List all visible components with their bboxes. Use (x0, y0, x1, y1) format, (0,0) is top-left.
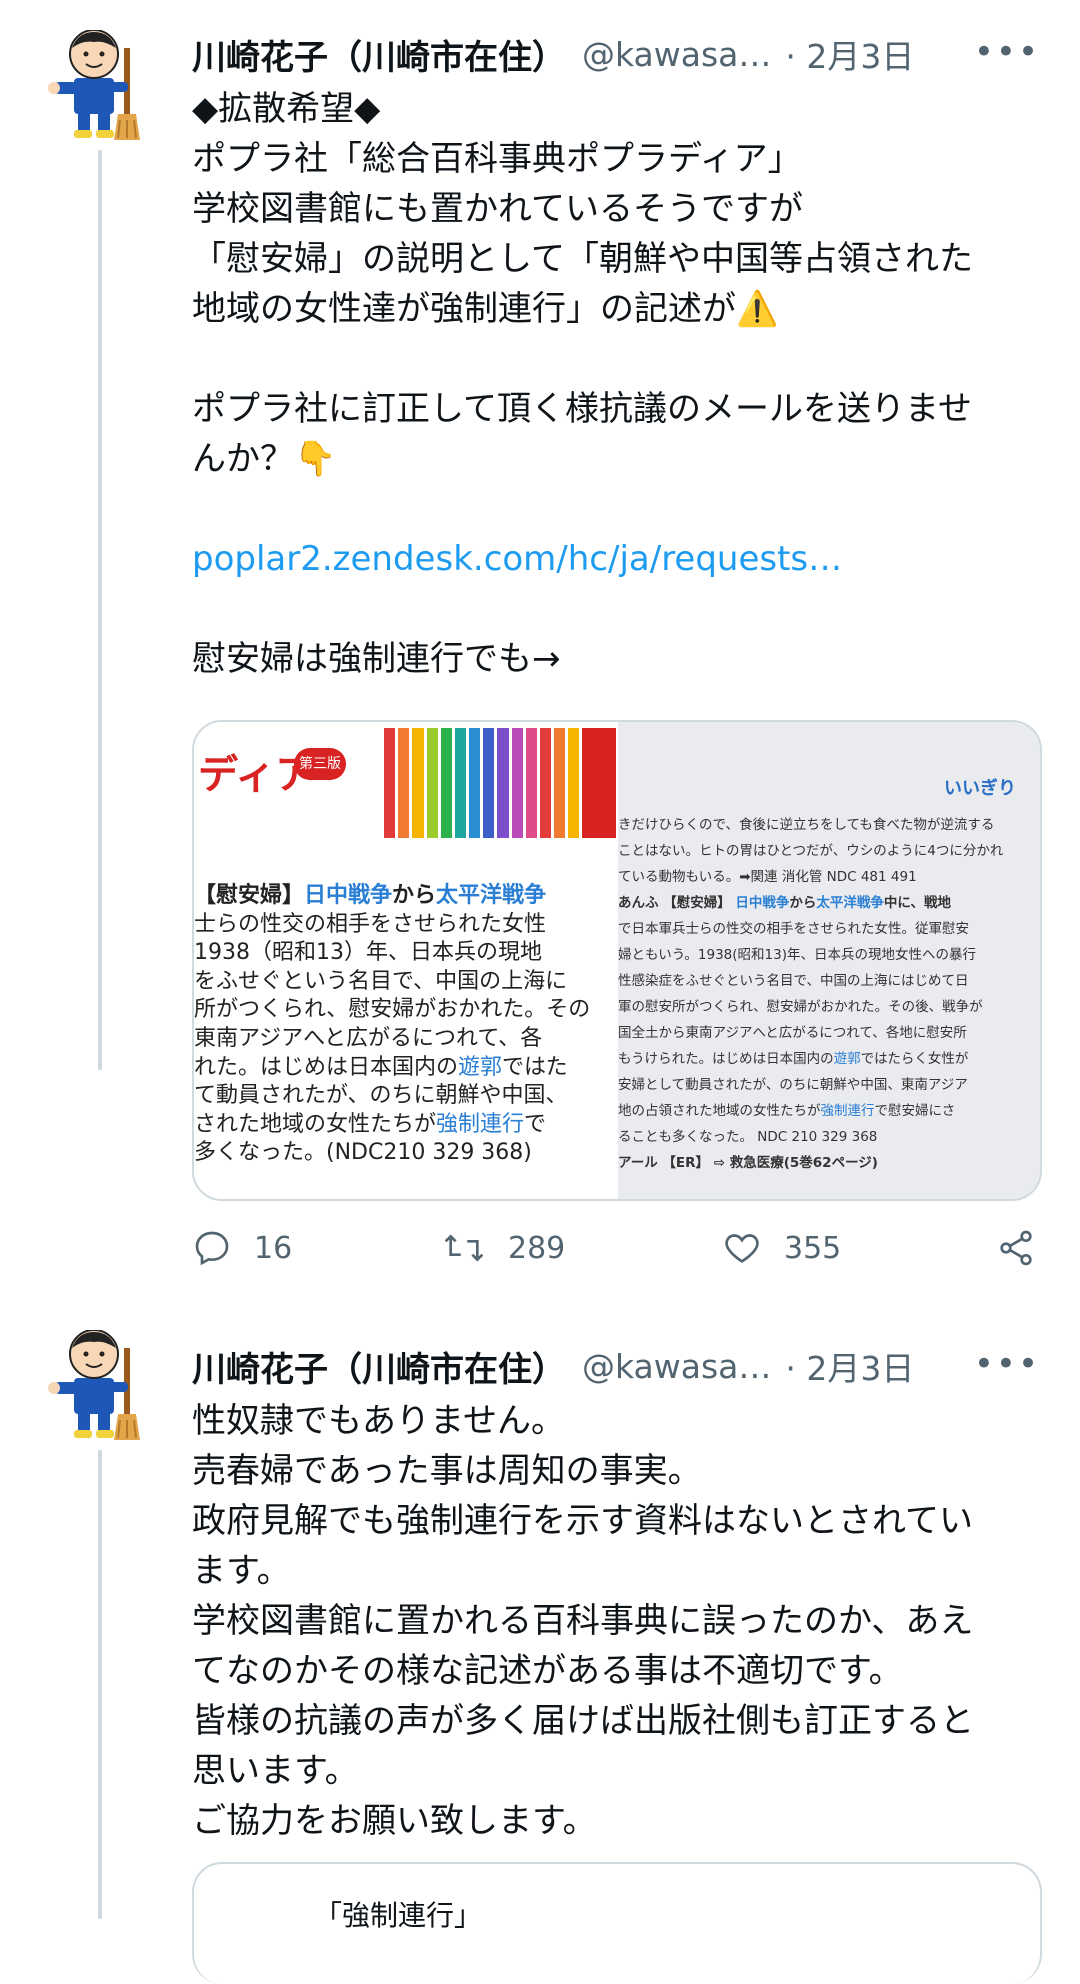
tweet-2[interactable]: 川崎花子（川崎市在住） @kawasa… · 2月3日 ••• 性奴隷でもありま… (0, 1300, 1080, 1984)
encyclopedia-spines (384, 728, 616, 838)
quote-preview: 「強制連行」 (314, 1899, 483, 1932)
thread-line (98, 150, 102, 1070)
excerpt-line: れた。はじめは日本国内の遊郭ではた (194, 1054, 568, 1080)
reply-count: 16 (254, 1230, 293, 1266)
author-name[interactable]: 川崎花子（川崎市在住） (192, 1342, 566, 1391)
avatar-illustration-icon (48, 1329, 140, 1440)
text-line: んか？👇 (192, 439, 337, 479)
page-line: 国全土から東南アジアへと広がるにつれて、各地に慰安所 (618, 1025, 967, 1041)
share-button[interactable] (996, 1218, 1058, 1278)
page-line: ている動物もいる。➡関連 消化管 NDC 481 491 (618, 869, 917, 885)
excerpt-line: 所がつくられ、慰安婦がおかれた。その (194, 997, 591, 1023)
tweet-header: 川崎花子（川崎市在住） @kawasa… · 2月3日 ••• (192, 24, 1040, 84)
heart-icon (725, 1234, 759, 1263)
tweet-1[interactable]: 川崎花子（川崎市在住） @kawasa… · 2月3日 ••• ◆拡散希望◆ ポ… (0, 0, 1080, 1201)
text-line: 学校図書館にも置かれているそうですが (192, 189, 803, 229)
excerpt-line: 多くなった。(NDC210 329 368) (194, 1140, 532, 1166)
edition-badge: 第三版 (294, 748, 346, 780)
page-line: きだけひらくので、食後に逆立ちをしても食べた物が逆流する (618, 817, 995, 833)
media-image-right[interactable]: いいぎり きだけひらくので、食後に逆立ちをしても食べた物が逆流する ことはない。… (618, 722, 1040, 1199)
page-line: アール 【ER】 ⇨ 救急医療(5巻62ページ) (618, 1155, 878, 1171)
page-line: 婦ともいう。1938(昭和13)年、日本兵の現地女性への暴行 (618, 947, 976, 963)
media-image-left[interactable]: ディア 第三版 【慰安婦】日中戦争から太平洋戦争 士らの性交の相手をさせられた女… (194, 722, 616, 1199)
text-line (192, 484, 1042, 534)
excerpt-line: 1938（昭和13）年、日本兵の現地 (194, 940, 542, 966)
author-handle[interactable]: @kawasa… (582, 1347, 771, 1386)
quoted-tweet-card[interactable]: 「強制連行」 (192, 1862, 1042, 1984)
page-line: ことはない。ヒトの胃はひとつだが、ウシのように4つに分かれ (618, 843, 1004, 859)
text-line: 慰安婦は強制連行でも→ (192, 639, 561, 679)
reply-icon (195, 1231, 229, 1266)
text-line: てなのかその様な記述がある事は不適切です。 (192, 1651, 903, 1691)
page-text: きだけひらくので、食後に逆立ちをしても食べた物が逆流する ことはない。ヒトの胃は… (618, 812, 1040, 1176)
tweet-date[interactable]: · 2月3日 (785, 1342, 914, 1390)
excerpt-line: て動員されたが、のちに朝鮮や中国、 (194, 1083, 568, 1109)
tweet-link[interactable]: poplar2.zendesk.com/hc/ja/requests… (192, 534, 1042, 584)
avatar-illustration-icon (48, 29, 140, 140)
page-line: 地の占領された地域の女性たちが強制連行で慰安婦にさ (618, 1103, 956, 1119)
text-line (192, 334, 1042, 384)
excerpt-line: 東南アジアへと広がるにつれて、各 (194, 1025, 543, 1051)
retweet-button[interactable]: 289 (442, 1218, 565, 1278)
excerpt-line: をふせぐという名目で、中国の上海に (194, 968, 568, 994)
excerpt-line: 【慰安婦】日中戦争から太平洋戦争 (194, 883, 547, 908)
more-options-icon[interactable]: ••• (974, 32, 1040, 72)
avatar[interactable] (48, 1329, 148, 1440)
text-line: ポプラ社に訂正して頂く様抗議のメールを送りませ (192, 389, 972, 429)
like-button[interactable]: 355 (722, 1218, 841, 1278)
text-line: ポプラ社「総合百科事典ポプラディア」 (192, 139, 802, 179)
text-line: ご協力をお願い致します。 (192, 1801, 597, 1841)
excerpt-line: された地域の女性たちが強制連行で (194, 1111, 547, 1137)
tweet-text: ◆拡散希望◆ ポプラ社「総合百科事典ポプラディア」 学校図書館にも置かれているそ… (192, 84, 1042, 684)
retweet-icon (444, 1234, 484, 1262)
page-line: 安婦として動員されたが、のちに朝鮮や中国、東南アジア (618, 1077, 968, 1093)
page-line: で日本軍兵士らの性交の相手をさせられた女性。従軍慰安 (618, 921, 969, 937)
text-line: ます。 (192, 1551, 291, 1591)
author-handle[interactable]: @kawasa… (582, 35, 771, 74)
avatar[interactable] (48, 29, 148, 140)
text-line: 性奴隷でもありません。 (192, 1401, 565, 1441)
tweet-1-actions: 16 289 355 (192, 1218, 1038, 1278)
page-line: 軍の慰安所がつくられ、慰安婦がおかれた。その後、戦争が (618, 999, 983, 1015)
page-line: あんふ 【慰安婦】 日中戦争から太平洋戦争中に、戦地 (618, 895, 952, 911)
text-line: 学校図書館に置かれる百科事典に誤ったのか、あえ (192, 1601, 974, 1641)
page-tab-label: いいぎり (944, 778, 1016, 799)
text-line: 皆様の抗議の声が多く届けば出版社側も訂正すると (192, 1701, 974, 1741)
like-count: 355 (784, 1230, 842, 1266)
author-name[interactable]: 川崎花子（川崎市在住） (192, 30, 566, 79)
excerpt-text: 【慰安婦】日中戦争から太平洋戦争 士らの性交の相手をさせられた女性 1938（昭… (194, 882, 616, 1168)
page-line: もうけられた。はじめは日本国内の遊郭ではたらく女性が (618, 1051, 969, 1067)
tweet-header: 川崎花子（川崎市在住） @kawasa… · 2月3日 ••• (192, 1336, 1040, 1396)
text-line: 思います。 (192, 1751, 359, 1791)
thread-line (98, 1450, 102, 1919)
page-line: ることも多くなった。 NDC 210 329 368 (618, 1129, 878, 1145)
excerpt-line: 士らの性交の相手をさせられた女性 (194, 911, 547, 937)
text-line: ◆拡散希望◆ (192, 89, 381, 129)
retweet-count: 289 (508, 1230, 566, 1266)
text-line: 売春婦であった事は周知の事実。 (192, 1451, 702, 1491)
share-icon (1000, 1230, 1032, 1266)
tweet-media[interactable]: ディア 第三版 【慰安婦】日中戦争から太平洋戦争 士らの性交の相手をさせられた女… (192, 720, 1042, 1201)
text-line: 「慰安婦」の説明として「朝鮮や中国等占領された (192, 239, 973, 279)
text-line: 地域の女性達が強制連行」の記述が⚠️ (192, 289, 779, 329)
tweet-text: 性奴隷でもありません。 売春婦であった事は周知の事実。 政府見解でも強制連行を示… (192, 1396, 1042, 1846)
text-line: 政府見解でも強制連行を示す資料はないとされてい (192, 1501, 973, 1541)
page-line: 性感染症をふせぐという名目で、中国の上海にはじめて日 (618, 973, 969, 989)
more-options-icon[interactable]: ••• (974, 1344, 1040, 1384)
tweet-date[interactable]: · 2月3日 (785, 30, 914, 78)
reply-button[interactable]: 16 (192, 1218, 292, 1278)
text-line (192, 584, 1042, 634)
